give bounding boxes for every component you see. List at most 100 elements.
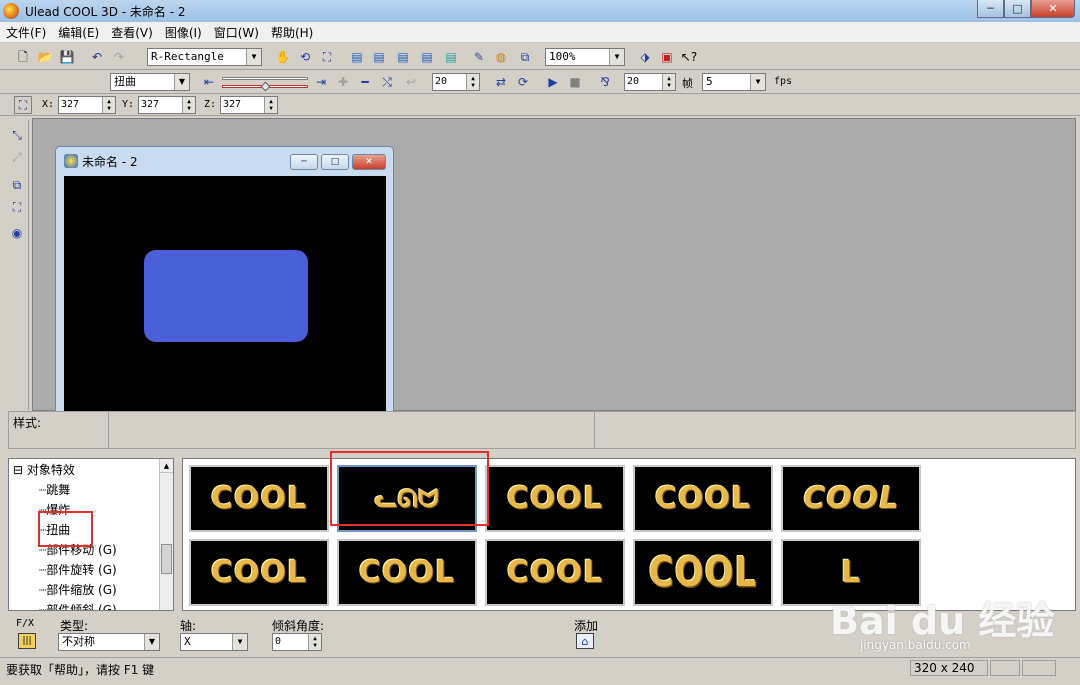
- save-icon[interactable]: 💾: [58, 48, 76, 66]
- spinner-icon[interactable]: ▲ ▼: [662, 74, 675, 90]
- thumbnail-6[interactable]: COOL: [189, 539, 329, 606]
- loop-icon[interactable]: ⇄: [492, 73, 510, 91]
- tree-scrollbar[interactable]: ▲: [159, 459, 173, 610]
- timeline-slider[interactable]: [222, 73, 308, 92]
- undo-icon[interactable]: ↶: [88, 48, 106, 66]
- maximize-button[interactable]: □: [1004, 0, 1031, 18]
- select-icon[interactable]: ⛶: [8, 198, 26, 216]
- add-keyframe-icon[interactable]: ✚: [334, 73, 352, 91]
- align-left-icon[interactable]: ▤: [418, 48, 436, 66]
- z-field[interactable]: 327 ▲ ▼: [220, 96, 278, 114]
- spinner-icon[interactable]: ▲ ▼: [466, 74, 479, 90]
- object-icon[interactable]: ⧉: [8, 176, 26, 194]
- thumbnail-5[interactable]: COOL: [781, 465, 921, 532]
- menu-image[interactable]: 图像(I): [159, 24, 208, 41]
- align-bottom-icon[interactable]: ▤: [394, 48, 412, 66]
- menu-view[interactable]: 查看(V): [105, 24, 159, 41]
- chart-icon[interactable]: ⧉: [516, 48, 534, 66]
- menu-bar: 文件(F) 编辑(E) 查看(V) 图像(I) 窗口(W) 帮助(H): [0, 22, 1080, 43]
- menu-window[interactable]: 窗口(W): [208, 24, 265, 41]
- scroll-up-icon[interactable]: ▲: [160, 459, 173, 473]
- chevron-down-icon: ▼: [246, 49, 261, 65]
- globe-icon[interactable]: ◍: [492, 48, 510, 66]
- document-maximize-button[interactable]: □: [321, 154, 349, 170]
- document-minimize-button[interactable]: ─: [290, 154, 318, 170]
- render-canvas[interactable]: [64, 176, 386, 414]
- spinner-icon[interactable]: ▲ ▼: [102, 97, 115, 113]
- x-field[interactable]: 327 ▲ ▼: [58, 96, 116, 114]
- frame-number-field[interactable]: 20 ▲ ▼: [432, 73, 480, 91]
- minimize-button[interactable]: ─: [977, 0, 1004, 18]
- thumbnail-1[interactable]: COOL: [189, 465, 329, 532]
- rotate-object-icon[interactable]: ⟲: [296, 48, 314, 66]
- tree-item-part-scale[interactable]: ┈部件缩放 (G): [39, 581, 117, 598]
- export-icon[interactable]: ⬗: [636, 48, 654, 66]
- menu-help[interactable]: 帮助(H): [265, 24, 319, 41]
- document-close-button[interactable]: ✕: [352, 154, 386, 170]
- menu-file[interactable]: 文件(F): [0, 24, 52, 41]
- zoom-select[interactable]: 100% ▼: [545, 48, 625, 66]
- effect-select[interactable]: 扭曲 ▼: [110, 73, 190, 91]
- last-frame-icon[interactable]: ⇥: [312, 73, 330, 91]
- context-help-icon[interactable]: ↖?: [680, 48, 698, 66]
- spinner-icon[interactable]: ▲ ▼: [308, 634, 321, 650]
- total-frames-field[interactable]: 20 ▲ ▼: [624, 73, 676, 91]
- fps-select[interactable]: 5 ▼: [702, 73, 766, 91]
- hand-icon[interactable]: ✋: [274, 48, 292, 66]
- add-label: 添加: [574, 619, 599, 633]
- play-icon[interactable]: ▶: [544, 73, 562, 91]
- object-select[interactable]: R-Rectangle ▼: [147, 48, 262, 66]
- remove-keyframe-icon[interactable]: ━: [356, 73, 374, 91]
- thumbnail-text: L: [840, 555, 862, 590]
- thumbnail-text: COOL: [210, 481, 308, 516]
- thumbnail-8[interactable]: COOL: [485, 539, 625, 606]
- align-middle-icon[interactable]: ▤: [370, 48, 388, 66]
- menu-edit[interactable]: 编辑(E): [52, 24, 105, 41]
- tree-root[interactable]: ⊟ 对象特效: [13, 461, 75, 478]
- spinner-icon[interactable]: ▲ ▼: [264, 97, 277, 113]
- document-window: 未命名 - 2 ─ □ ✕: [55, 146, 394, 414]
- light-bulb-icon[interactable]: ◉: [8, 224, 26, 242]
- light-icon[interactable]: ✎: [470, 48, 488, 66]
- thumbnail-7[interactable]: COOL: [337, 539, 477, 606]
- axis-label: 轴:: [180, 619, 197, 633]
- redo-icon[interactable]: ↷: [110, 48, 128, 66]
- axis-select-value: X: [184, 635, 191, 648]
- effect-select-value: 扭曲: [114, 75, 136, 88]
- position-mode-icon[interactable]: ⛶: [14, 96, 32, 114]
- thumbnail-4[interactable]: COOL: [633, 465, 773, 532]
- tree-item-dance[interactable]: ┈跳舞: [39, 481, 70, 498]
- y-field[interactable]: 327 ▲ ▼: [138, 96, 196, 114]
- animation-toolbar: 扭曲 ▼ ⇤ ⇥ ✚ ━ ⤭ ↩ 20 ▲ ▼ ⇄ ⟳ ▶ ■ ⅋ 20 ▲ ▼ 帧…: [0, 70, 1080, 94]
- fit-object-icon[interactable]: ⛶: [318, 48, 336, 66]
- spinner-icon[interactable]: ▲ ▼: [182, 97, 195, 113]
- frame-rate-icon[interactable]: ⅋: [596, 73, 614, 91]
- first-frame-icon[interactable]: ⇤: [200, 73, 218, 91]
- tree-item-part-tilt[interactable]: ┈部件倾斜 (G): [39, 601, 117, 610]
- style-cell: 样式:: [9, 412, 109, 448]
- add-to-favorites-icon[interactable]: ⌂: [576, 633, 594, 649]
- undo-keyframe-icon[interactable]: ↩: [402, 73, 420, 91]
- close-button[interactable]: ✕: [1031, 0, 1075, 18]
- tree-item-part-rotate[interactable]: ┈部件旋转 (G): [39, 561, 117, 578]
- tilt-angle-field[interactable]: 0 ▲ ▼: [272, 633, 322, 651]
- thumbnail-9[interactable]: COOL: [633, 539, 773, 606]
- status-cell: [990, 660, 1020, 676]
- fx-toggle-icon[interactable]: |||: [18, 633, 36, 649]
- thumbnail-3[interactable]: COOL: [485, 465, 625, 532]
- rotate-text-icon[interactable]: ⤢: [8, 148, 26, 166]
- image-export-icon[interactable]: ▣: [658, 48, 676, 66]
- type-select[interactable]: 不对称 ▼: [58, 633, 160, 651]
- new-file-icon[interactable]: 🗋: [14, 48, 32, 66]
- move-object-icon[interactable]: ⤡: [8, 126, 26, 144]
- stop-icon[interactable]: ■: [566, 73, 584, 91]
- reverse-keyframe-icon[interactable]: ⤭: [378, 73, 396, 91]
- fps-label: fps: [774, 76, 793, 87]
- scroll-thumb[interactable]: [161, 544, 172, 574]
- axis-select[interactable]: X ▼: [180, 633, 248, 651]
- align-top-icon[interactable]: ▤: [348, 48, 366, 66]
- pingpong-icon[interactable]: ⟳: [514, 73, 532, 91]
- align-right-icon[interactable]: ▤: [442, 48, 460, 66]
- open-folder-icon[interactable]: 📂: [36, 48, 54, 66]
- rectangle-object[interactable]: [144, 250, 308, 342]
